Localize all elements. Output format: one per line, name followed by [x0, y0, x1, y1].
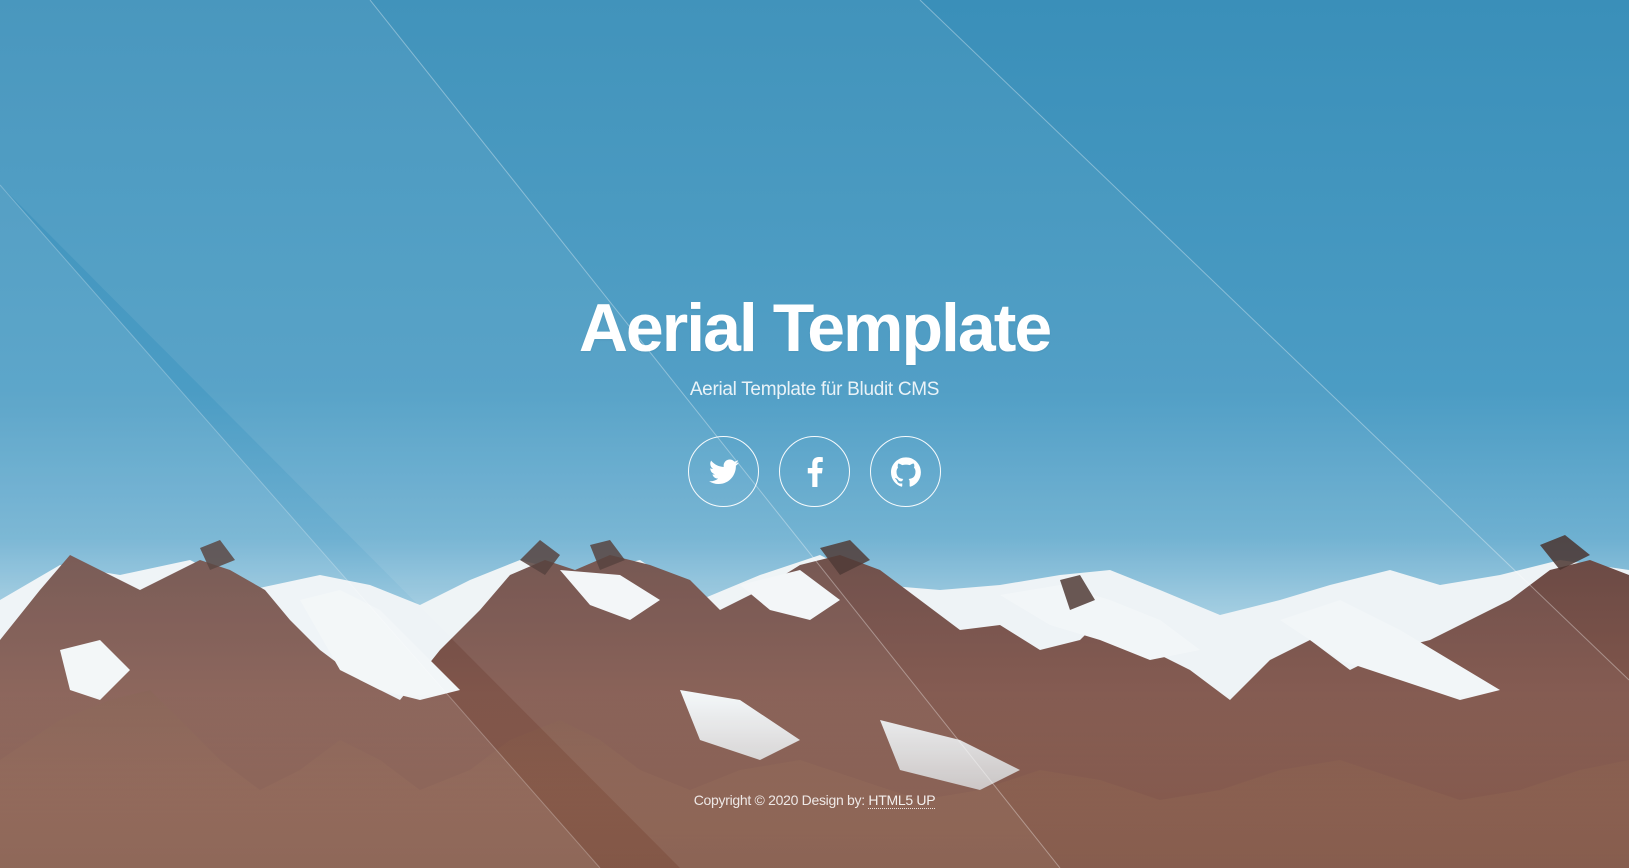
credit-link[interactable]: HTML5 UP [868, 792, 936, 809]
site-subtitle: Aerial Template für Bludit CMS [689, 379, 940, 400]
github-icon [890, 456, 921, 487]
twitter-button[interactable] [688, 436, 759, 507]
social-item-github [870, 436, 941, 507]
social-nav [0, 436, 1629, 507]
twitter-icon [708, 459, 739, 484]
facebook-button[interactable] [779, 436, 850, 507]
social-item-facebook [779, 436, 850, 507]
facebook-icon [807, 456, 823, 487]
social-item-twitter [688, 436, 759, 507]
site-header: Aerial Template Aerial Template für Blud… [0, 290, 1629, 507]
page-background: Aerial Template Aerial Template für Blud… [0, 0, 1629, 868]
site-title: Aerial Template [578, 290, 1052, 366]
site-footer: Copyright © 2020 Design by: HTML5 UP [0, 790, 1629, 810]
copyright-text: Copyright © 2020 Design by: [693, 792, 865, 808]
github-button[interactable] [870, 436, 941, 507]
social-links [0, 436, 1629, 507]
